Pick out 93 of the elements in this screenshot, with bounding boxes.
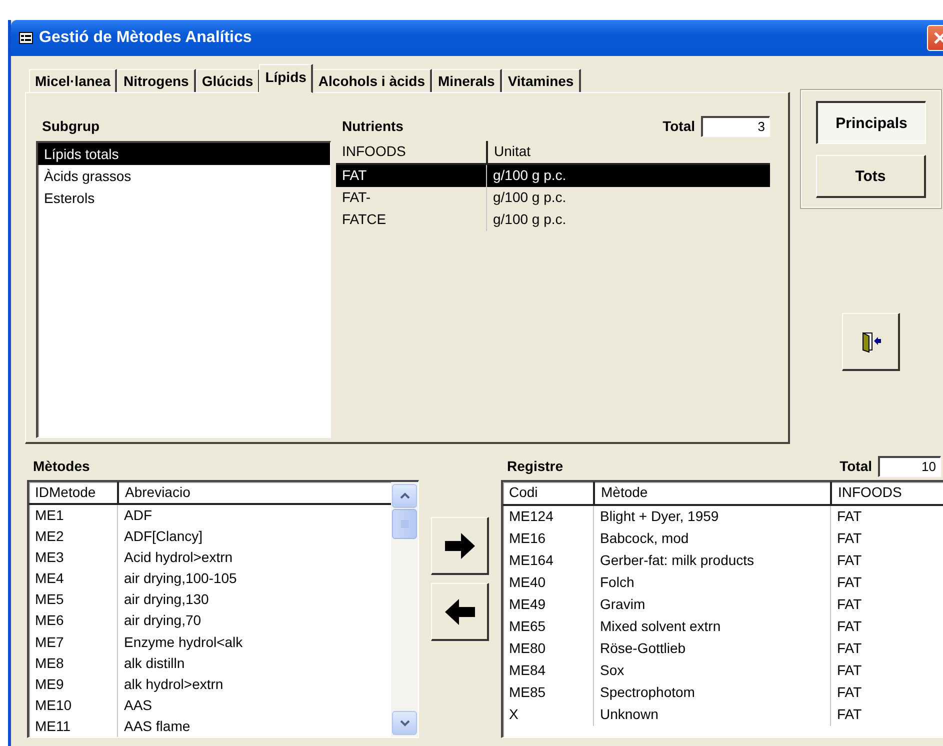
table-cell: FAT [830, 572, 943, 594]
list-item[interactable]: Lípids totals [38, 143, 330, 165]
remove-button[interactable] [431, 583, 489, 641]
table-cell-text: ME2 [34, 527, 65, 546]
table-cell: FAT [830, 638, 943, 660]
total-field[interactable]: 10 [878, 456, 941, 476]
nutrients-list[interactable]: INFOODS Unitat FAT g/100 g p.c. FAT- g/100 g p.c. FATCE g/100 g p.c. [336, 141, 770, 231]
section-label: Mètodes [32, 458, 90, 474]
register-list[interactable] [501, 480, 943, 738]
table-cell-text: ME40 [508, 573, 547, 592]
exit-button[interactable] [842, 313, 900, 371]
table-cell: Röse-Gottlieb [593, 638, 830, 660]
table-cell-text: X [508, 705, 520, 724]
close-icon [933, 31, 943, 45]
window-title: Gestió de Mètodes Analítics [39, 29, 252, 47]
table-cell: g/100 g p.c. [486, 209, 770, 231]
table-cell-text: ME6 [34, 611, 65, 630]
caret-up-icon [400, 492, 410, 500]
table-cell-text: ME3 [34, 548, 65, 568]
door-icon [860, 330, 882, 352]
table-cell: Folch [593, 572, 830, 594]
tab[interactable]: Lípids [259, 64, 314, 93]
add-button[interactable] [431, 517, 489, 575]
table-cell: FAT [336, 165, 486, 187]
tab[interactable]: Alcohols i àcids [312, 69, 432, 92]
table-cell-text: ME65 [508, 617, 547, 636]
table-cell-text: ME164 [508, 551, 554, 570]
caret-down-icon [400, 719, 410, 727]
scrollbar-track[interactable] [391, 482, 418, 737]
scroll-up-button[interactable] [392, 484, 417, 508]
table-cell-text: ME10 [34, 696, 73, 715]
table-cell: Unknown [593, 704, 830, 726]
column-header[interactable]: IDMetode [29, 482, 117, 504]
table-cell: FAT [830, 660, 943, 682]
table-cell: Mixed solvent extrn [593, 616, 830, 638]
table-cell: FAT [830, 616, 943, 638]
table-cell-text: ME8 [34, 654, 65, 673]
table-cell-text: ME7 [34, 632, 65, 652]
form-icon [19, 32, 33, 44]
table-cell-text: ME84 [508, 661, 547, 680]
column-header[interactable]: Mètode [593, 482, 830, 504]
column-header[interactable]: Codi [503, 482, 593, 504]
table-cell: FAT [830, 682, 943, 704]
tab[interactable]: Minerals [432, 69, 502, 92]
table-cell: FAT [830, 506, 943, 528]
table-cell: g/100 g p.c. [486, 165, 770, 187]
grip-icon [400, 520, 408, 528]
table-cell: Sox [593, 660, 830, 682]
tab[interactable]: Vitamines [502, 69, 581, 92]
tab[interactable]: Glúcids [196, 69, 260, 92]
table-cell-text: ME5 [34, 590, 65, 610]
table-cell: Spectrophotom [593, 682, 830, 704]
section-label: Subgrup [41, 118, 100, 134]
section-label: Registre [506, 458, 564, 474]
methods-list[interactable] [27, 480, 419, 738]
scroll-down-button[interactable] [392, 711, 417, 735]
table-cell: Gerber-fat: milk products [593, 550, 830, 572]
table-cell-text: ME49 [508, 595, 547, 614]
column-header[interactable]: INFOODS [336, 141, 486, 163]
table-cell: g/100 g p.c. [486, 187, 770, 209]
subgroup-list[interactable]: Lípids totals Àcids grassos Esterols [36, 141, 331, 438]
left-arrow-icon [442, 596, 476, 626]
toggle-button[interactable]: Principals [816, 101, 926, 144]
table-cell-text: ME85 [508, 683, 547, 702]
table-cell: Babcock, mod [593, 528, 830, 550]
table-cell: FAT [830, 528, 943, 550]
toggle-button[interactable]: Tots [816, 155, 926, 198]
table-cell-text: ME80 [508, 639, 547, 658]
scroll-thumb[interactable] [392, 509, 417, 539]
table-cell-text: ME9 [34, 674, 65, 694]
total-label: Total [662, 118, 695, 134]
table-cell-text: FAT- [341, 188, 372, 207]
total-field[interactable]: 3 [701, 116, 770, 136]
list-item[interactable]: Àcids grassos [38, 165, 330, 187]
tab[interactable]: Nitrogens [117, 69, 196, 92]
table-cell: Blight + Dyer, 1959 [593, 506, 830, 528]
table-cell: Gravim [593, 594, 830, 616]
column-header[interactable]: Unitat [486, 141, 770, 163]
tab[interactable]: Micel·lanea [29, 69, 118, 92]
table-cell-text: ME124 [508, 507, 554, 526]
table-cell: FAT [830, 594, 943, 616]
column-header[interactable]: INFOODS [830, 482, 943, 504]
right-arrow-icon [442, 530, 476, 560]
table-cell-text: ME11 [34, 716, 72, 736]
table-cell-text: ME4 [34, 569, 65, 588]
table-cell-text: ME16 [508, 529, 547, 548]
table-cell: FAT [830, 550, 943, 572]
list-item[interactable]: Esterols [38, 187, 330, 209]
table-cell-text: FATCE [341, 210, 388, 229]
table-cell-text: ME1 [34, 506, 65, 526]
table-cell: FAT [830, 704, 943, 726]
total-label: Total [838, 458, 872, 474]
section-label: Nutrients [341, 118, 404, 134]
